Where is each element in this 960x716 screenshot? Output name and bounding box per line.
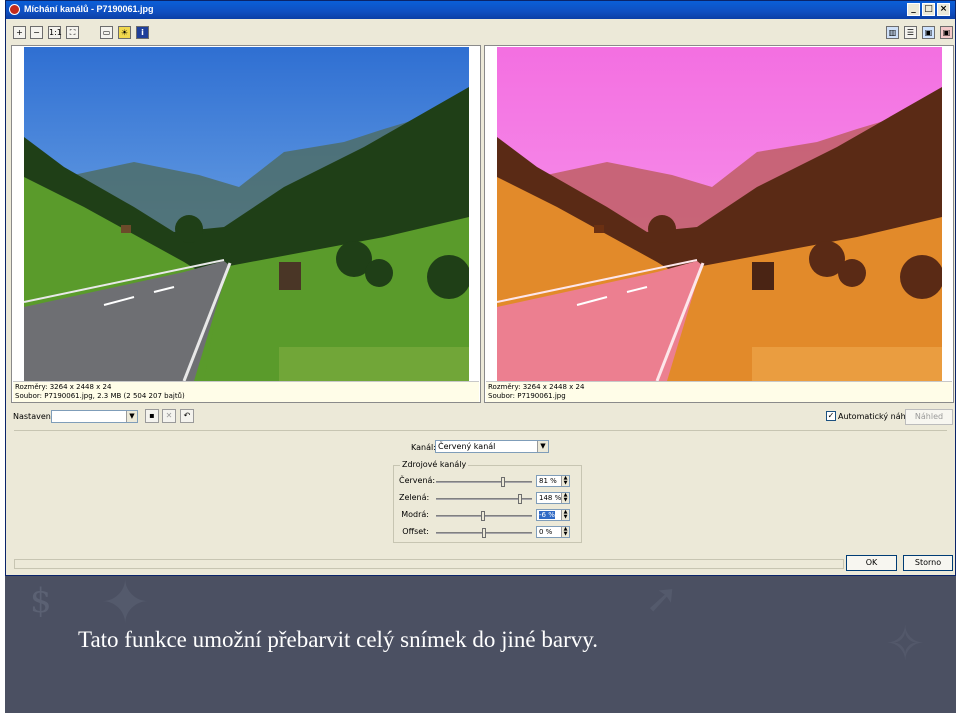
layout-side-by-side-icon[interactable]: ▥ [886,26,899,39]
spin-arrows-icon[interactable]: ▲ ▼ [561,510,569,520]
result-size-text: Rozměry: 3264 x 2448 x 24 [488,383,585,391]
ok-button[interactable]: OK [846,555,897,571]
spin-arrows-icon[interactable]: ▲ ▼ [561,493,569,503]
slide-caption-area: $ ✦ ➚ ✧ Tato funkce umožní přebarvit cel… [5,576,956,713]
result-image[interactable] [497,47,942,381]
percent-value: 0 % [539,528,553,536]
result-info-bar: Rozměry: 3264 x 2448 x 24 Soubor: P71900… [486,381,952,402]
zoom-fit-icon[interactable]: ⛶ [66,26,79,39]
layout-stacked-icon[interactable]: ☰ [904,26,917,39]
original-size-text: Rozměry: 3264 x 2448 x 24 [15,383,112,391]
channel-label: Kanál: [411,443,436,452]
slider-thumb[interactable] [501,477,506,487]
original-preview-pane: Rozměry: 3264 x 2448 x 24 Soubor: P71900… [11,45,481,403]
percent-value: 81 % [539,477,557,485]
toolbar: + − 1:1 ⛶ ▭ ☀ i ▥ ☰ ▣ ▣ [6,20,955,44]
divider [14,430,947,431]
chevron-down-icon: ▼ [537,441,548,452]
sun-icon[interactable]: ☀ [118,26,131,39]
star-watermark-icon: ✧ [885,616,926,672]
source-row-label: Červená: [399,476,436,485]
original-landscape [24,47,469,381]
spin-arrows-icon[interactable]: ▲ ▼ [561,476,569,486]
close-button[interactable]: × [937,3,950,16]
settings-label: Nastavení: [13,412,56,421]
source-row-label: Modrá: [401,510,429,519]
channel-mixer-window: Míchání kanálů - P7190061.jpg _ □ × + − … [5,0,956,576]
save-preset-icon[interactable]: ▪ [145,409,159,423]
channel-dropdown[interactable]: Červený kanál ▼ [435,440,549,453]
original-info-bar: Rozměry: 3264 x 2448 x 24 Soubor: P71900… [13,381,479,402]
spin-arrows-icon[interactable]: ▲ ▼ [561,527,569,537]
undo-icon[interactable]: ↶ [180,409,194,423]
original-file-text: Soubor: P7190061.jpg, 2.3 MB (2 504 207 … [15,392,185,400]
result-file-text: Soubor: P7190061.jpg [488,392,566,400]
settings-dropdown[interactable]: ▼ [51,410,138,423]
status-bar [14,559,844,569]
maximize-button[interactable]: □ [922,3,935,16]
zoom-actual-icon[interactable]: 1:1 [48,26,62,39]
percent-value: 148 % [539,494,562,502]
arrow-watermark-icon: ➚ [645,576,679,622]
info-icon[interactable]: i [136,26,149,39]
image-icon[interactable]: ▭ [100,26,113,39]
slide-caption: Tato funkce umožní přebarvit celý snímek… [78,627,598,652]
result-preview-pane: Rozměry: 3264 x 2448 x 24 Soubor: P71900… [484,45,954,403]
percent-spinbox[interactable]: 81 % ▲ ▼ [536,475,570,487]
slider-track[interactable] [436,481,532,483]
recolored-landscape [497,47,942,381]
app-icon [9,4,20,15]
slider-thumb[interactable] [482,528,486,538]
slider-thumb[interactable] [517,494,522,504]
channel-value: Červený kanál [438,442,496,451]
source-row-label: Offset: [402,527,429,536]
chevron-down-icon: ▼ [126,411,137,422]
original-image[interactable] [24,47,469,381]
percent-spinbox[interactable]: -6 % ▲ ▼ [536,509,570,521]
delete-preset-icon[interactable]: ✕ [162,409,176,423]
layout-original-icon[interactable]: ▣ [940,26,953,39]
dollar-watermark-icon: $ [30,581,52,621]
slider-thumb[interactable] [480,511,485,521]
preview-button[interactable]: Náhled [905,409,953,425]
window-title: Míchání kanálů - P7190061.jpg [24,4,154,14]
auto-preview-checkbox[interactable]: ✓ [826,411,836,421]
source-row-label: Zelená: [399,493,430,502]
percent-value: -6 % [539,511,555,519]
layout-single-icon[interactable]: ▣ [922,26,935,39]
minimize-button[interactable]: _ [907,3,920,16]
percent-spinbox[interactable]: 0 % ▲ ▼ [536,526,570,538]
zoom-in-icon[interactable]: + [13,26,26,39]
title-bar[interactable]: Míchání kanálů - P7190061.jpg _ □ × [6,1,955,19]
percent-spinbox[interactable]: 148 % ▲ ▼ [536,492,570,504]
zoom-out-icon[interactable]: − [30,26,43,39]
source-channels-title: Zdrojové kanály [400,460,469,469]
cancel-button[interactable]: Storno [903,555,953,571]
